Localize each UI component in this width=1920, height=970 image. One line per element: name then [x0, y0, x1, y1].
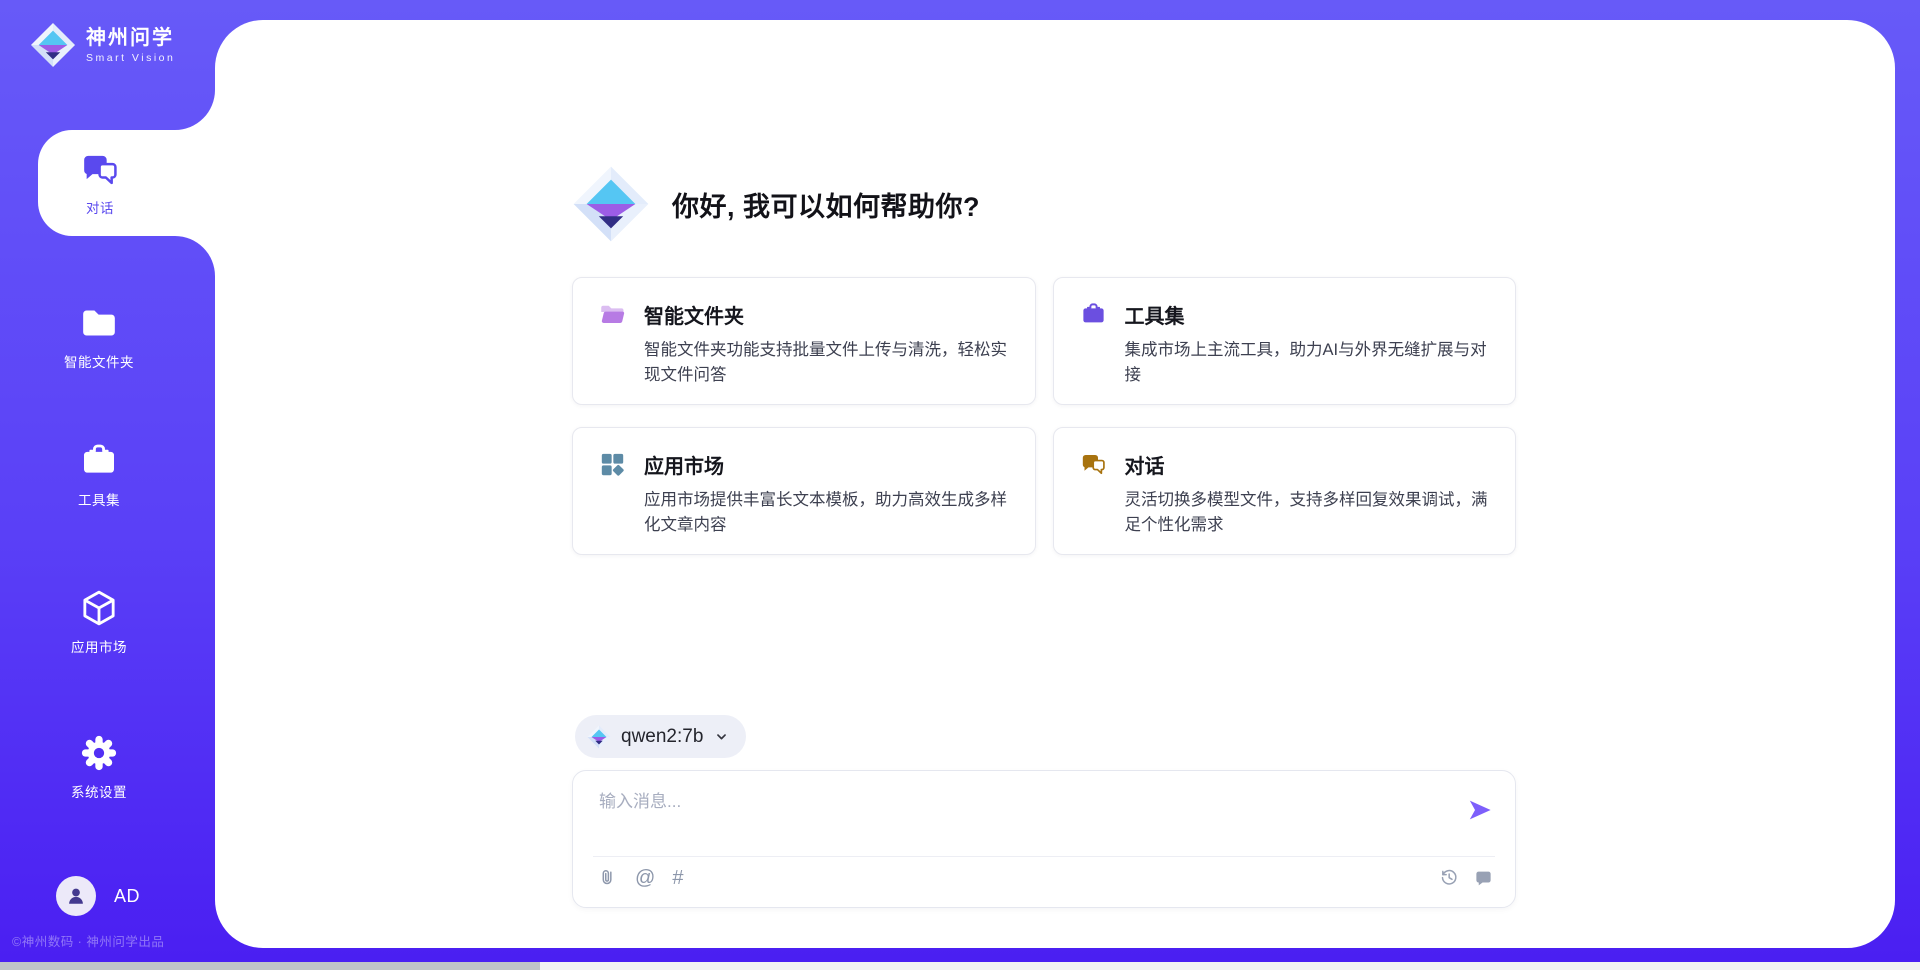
sidebar-item-label: 工具集 [78, 489, 120, 509]
mention-icon[interactable]: @ [635, 868, 655, 888]
chevron-down-icon [713, 728, 730, 745]
card-title: 应用市场 [644, 450, 724, 479]
sidebar-item-label: 系统设置 [71, 781, 127, 801]
history-icon[interactable] [1439, 867, 1459, 887]
sidebar-item-label: 应用市场 [71, 636, 127, 656]
brand-name: 神州问学 [86, 26, 175, 50]
card-description: 应用市场提供丰富长文本模板，助力高效生成多样化文章内容 [644, 488, 1017, 538]
card-title: 智能文件夹 [644, 300, 744, 329]
chat-bubbles-icon [1080, 451, 1107, 478]
diamond-logo-icon [30, 22, 76, 68]
sidebar-item-app-market[interactable]: 应用市场 [34, 588, 164, 656]
topic-hash-icon[interactable]: # [672, 868, 683, 888]
app-window: 神州问学 Smart Vision 你好, 我可以如何帮助你? [0, 0, 1920, 970]
card-title: 工具集 [1125, 300, 1185, 329]
card-title: 对话 [1125, 450, 1165, 479]
sidebar-item-chat[interactable]: 对话 [38, 130, 162, 236]
card-description: 智能文件夹功能支持批量文件上传与清洗，轻松实现文件问答 [644, 338, 1017, 388]
composer-divider [593, 856, 1495, 857]
sidebar-item-label: 智能文件夹 [64, 351, 134, 371]
cube-icon [79, 588, 119, 628]
user-profile[interactable]: AD [56, 876, 140, 916]
card-app-market[interactable]: 应用市场 应用市场提供丰富长文本模板，助力高效生成多样化文章内容 [572, 427, 1036, 555]
gear-icon [79, 733, 119, 773]
sidebar-item-chat-active: 对话 [38, 130, 220, 236]
user-name: AD [114, 886, 140, 907]
sidebar-item-settings[interactable]: 系统设置 [34, 733, 164, 801]
card-description: 集成市场上主流工具，助力AI与外界无缝扩展与对接 [1125, 338, 1498, 388]
message-composer: @ # [572, 770, 1516, 908]
copyright-text: ©神州数码 · 神州问学出品 [12, 931, 164, 950]
sidebar-item-smart-folder[interactable]: 智能文件夹 [34, 303, 164, 371]
model-name: qwen2:7b [621, 726, 703, 748]
sidebar-item-label: 对话 [86, 197, 114, 217]
briefcase-icon [79, 441, 119, 481]
person-icon [65, 885, 87, 907]
apps-grid-icon [599, 451, 626, 478]
folder-icon [79, 303, 119, 343]
chat-bubbles-icon [80, 150, 120, 190]
feature-cards: 智能文件夹 智能文件夹功能支持批量文件上传与清洗，轻松实现文件问答 工具集 [572, 277, 1516, 555]
folder-open-icon [599, 301, 626, 328]
card-chat[interactable]: 对话 灵活切换多模型文件，支持多样回复效果调试，满足个性化需求 [1053, 427, 1517, 555]
send-button[interactable] [1465, 795, 1495, 825]
card-description: 灵活切换多模型文件，支持多样回复效果调试，满足个性化需求 [1125, 488, 1498, 538]
greeting-title: 你好, 我可以如何帮助你? [672, 185, 980, 224]
brand-subtitle: Smart Vision [86, 52, 175, 64]
model-selector[interactable]: qwen2:7b [575, 715, 746, 758]
sidebar-item-toolset[interactable]: 工具集 [34, 441, 164, 509]
card-toolset[interactable]: 工具集 集成市场上主流工具，助力AI与外界无缝扩展与对接 [1053, 277, 1517, 405]
diamond-logo-icon [587, 725, 611, 749]
greeting-block: 你好, 我可以如何帮助你? [572, 165, 980, 243]
horizontal-scrollbar [0, 962, 1920, 970]
tab-curve-top [175, 90, 215, 130]
message-input[interactable] [597, 785, 1457, 847]
main-content: 你好, 我可以如何帮助你? 智能文件夹 智能文件夹功能支持批量文件上传与清洗，轻… [215, 20, 1895, 948]
briefcase-icon [1080, 301, 1107, 328]
diamond-logo-icon [572, 165, 650, 243]
avatar [56, 876, 96, 916]
feedback-bubble-icon[interactable] [1474, 868, 1493, 887]
card-smart-folder[interactable]: 智能文件夹 智能文件夹功能支持批量文件上传与清洗，轻松实现文件问答 [572, 277, 1036, 405]
tab-curve-bottom [175, 236, 215, 276]
scrollbar-thumb[interactable] [0, 962, 540, 970]
attach-file-icon[interactable] [597, 867, 618, 888]
brand-logo: 神州问学 Smart Vision [30, 22, 175, 68]
